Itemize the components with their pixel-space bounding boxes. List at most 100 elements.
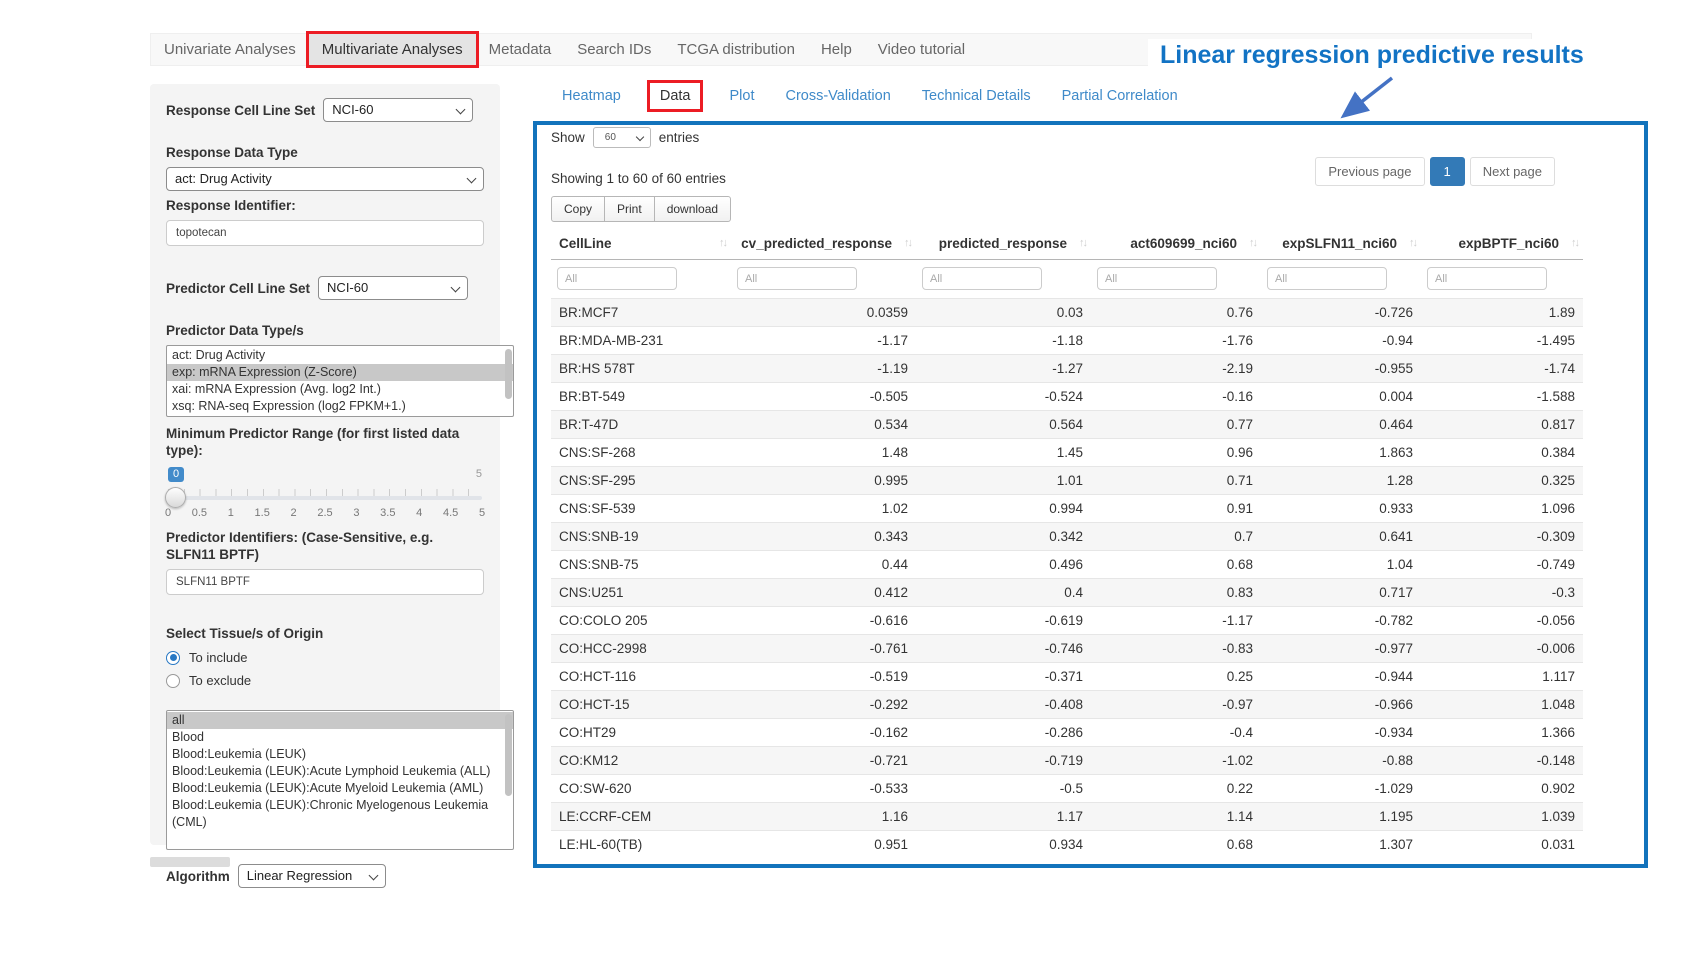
column-header-expbptf-nci60[interactable]: expBPTF_nci60↑↓ — [1421, 228, 1583, 260]
nav-item-help[interactable]: Help — [808, 34, 865, 65]
cell-cv-predicted-response: 0.995 — [731, 467, 916, 495]
cell-predicted-response: 0.342 — [916, 523, 1091, 551]
tissue-option-blood-leukemia-leuk-acute-myeloid-leukemia-aml[interactable]: Blood:Leukemia (LEUK):Acute Myeloid Leuk… — [167, 780, 513, 797]
table-row: CNS:SF-2950.9951.010.711.280.325 — [551, 467, 1583, 495]
predictor-cell-line-set-label: Predictor Cell Line Set — [166, 280, 310, 297]
column-header-expslfn11-nci60[interactable]: expSLFN11_nci60↑↓ — [1261, 228, 1421, 260]
datatable-button-copy[interactable]: Copy — [551, 196, 605, 222]
predictor-data-type-option-xsq-rna-seq-expression-log2-fpkm-1[interactable]: xsq: RNA-seq Expression (log2 FPKM+1.) — [167, 398, 513, 415]
tissue-option-all[interactable]: all — [167, 712, 513, 729]
tissue-radio-to-exclude[interactable]: To exclude — [166, 673, 484, 688]
nav-item-univariate-analyses[interactable]: Univariate Analyses — [151, 34, 309, 65]
filter-input-act609699-nci60[interactable] — [1097, 267, 1217, 290]
column-header-cv-predicted-response[interactable]: cv_predicted_response↑↓ — [731, 228, 916, 260]
sort-icon: ↑↓ — [1079, 237, 1086, 249]
cell-cv-predicted-response: 0.534 — [731, 411, 916, 439]
results-tabs: Heatmap Data Plot Cross-Validation Technical… — [560, 83, 1180, 109]
cell-cv-predicted-response: -1.17 — [731, 327, 916, 355]
table-header-row: CellLine↑↓cv_predicted_response↑↓predict… — [551, 228, 1583, 260]
cell-cellline: CNS:SF-539 — [551, 495, 731, 523]
tab-heatmap[interactable]: Heatmap — [560, 83, 623, 109]
tissue-option-blood[interactable]: Blood — [167, 729, 513, 746]
tab-data[interactable]: Data — [650, 83, 701, 109]
column-header-predicted-response[interactable]: predicted_response ↑↓ — [916, 228, 1091, 260]
filter-input-expslfn11-nci60[interactable] — [1267, 267, 1387, 290]
predictor-identifiers-input[interactable] — [166, 569, 484, 595]
nav-item-search-ids[interactable]: Search IDs — [564, 34, 664, 65]
predictor-cell-line-set-select[interactable]: NCI-60 — [318, 276, 468, 300]
nav-item-metadata[interactable]: Metadata — [476, 34, 565, 65]
table-row: BR:MCF70.03590.030.76-0.7261.89 — [551, 299, 1583, 327]
slider-handle[interactable] — [165, 487, 186, 508]
cell-predicted-response: 0.934 — [916, 831, 1091, 859]
cell-expslfn11-nci60: -0.966 — [1261, 691, 1421, 719]
cell-expslfn11-nci60: -0.955 — [1261, 355, 1421, 383]
filter-input-cv-predicted-response[interactable] — [737, 267, 857, 290]
tab-cross-validation[interactable]: Cross-Validation — [783, 83, 892, 109]
callout-arrow-icon — [1332, 72, 1400, 126]
nav-item-multivariate-analyses[interactable]: Multivariate Analyses — [309, 34, 476, 65]
tab-partial-correlation[interactable]: Partial Correlation — [1060, 83, 1180, 109]
predictor-data-type-scrollbar[interactable] — [505, 349, 512, 399]
previous-page-button[interactable]: Previous page — [1315, 157, 1424, 186]
cell-expslfn11-nci60: -0.782 — [1261, 607, 1421, 635]
response-identifier-input[interactable] — [166, 220, 484, 246]
algorithm-select[interactable]: Linear Regression — [238, 864, 386, 888]
tab-technical-details[interactable]: Technical Details — [920, 83, 1033, 109]
cell-expbptf-nci60: 1.117 — [1421, 663, 1583, 691]
cell-cv-predicted-response: -0.162 — [731, 719, 916, 747]
nav-item-tcga-distribution[interactable]: TCGA distribution — [664, 34, 808, 65]
show-label: Show — [551, 130, 585, 145]
slider-tick-label: 1.5 — [255, 507, 270, 519]
slider-track[interactable] — [168, 496, 482, 500]
cell-cv-predicted-response: 0.951 — [731, 831, 916, 859]
slider-tick-label: 0.5 — [192, 507, 207, 519]
table-row: BR:BT-549-0.505-0.524-0.160.004-1.588 — [551, 383, 1583, 411]
table-row: CO:COLO 205-0.616-0.619-1.17-0.782-0.056 — [551, 607, 1583, 635]
predictor-data-type-option-act-drug-activity[interactable]: act: Drug Activity — [167, 347, 513, 364]
cell-act609699-nci60: -1.76 — [1091, 327, 1261, 355]
nav-item-video-tutorial[interactable]: Video tutorial — [865, 34, 978, 65]
tissue-option-blood-leukemia-leuk[interactable]: Blood:Leukemia (LEUK) — [167, 746, 513, 763]
column-header-cellline[interactable]: CellLine↑↓ — [551, 228, 731, 260]
data-panel: Show 60 entries Showing 1 to 60 of 60 en… — [533, 121, 1648, 868]
page-size-select[interactable]: 60 — [593, 127, 651, 148]
filter-input-expbptf-nci60[interactable] — [1427, 267, 1547, 290]
tissue-option-blood-leukemia-leuk-chronic-myelogenous-leukemia-cml[interactable]: Blood:Leukemia (LEUK):Chronic Myelogenou… — [167, 797, 513, 831]
tissue-option-blood-leukemia-leuk-acute-lymphoid-leukemia-all[interactable]: Blood:Leukemia (LEUK):Acute Lymphoid Leu… — [167, 763, 513, 780]
cell-expbptf-nci60: -1.495 — [1421, 327, 1583, 355]
slider-tick-label: 4.5 — [443, 507, 458, 519]
column-header-act609699-nci60[interactable]: act609699_nci60↑↓ — [1091, 228, 1261, 260]
datatable-button-print[interactable]: Print — [604, 196, 655, 222]
next-page-button[interactable]: Next page — [1470, 157, 1555, 186]
predictor-data-type-option-xai-mrna-expression-avg-log2-int[interactable]: xai: mRNA Expression (Avg. log2 Int.) — [167, 381, 513, 398]
cell-predicted-response: 0.496 — [916, 551, 1091, 579]
cell-act609699-nci60: 0.22 — [1091, 775, 1261, 803]
predictor-data-type-option-exp-mrna-expression-z-score[interactable]: exp: mRNA Expression (Z-Score) — [167, 364, 513, 381]
chevron-down-icon — [451, 283, 461, 293]
datatable-button-download[interactable]: download — [654, 196, 731, 222]
column-label: cv_predicted_response — [741, 236, 892, 251]
entries-label: entries — [659, 130, 700, 145]
tab-plot[interactable]: Plot — [727, 83, 756, 109]
current-page-button[interactable]: 1 — [1430, 157, 1465, 186]
cell-predicted-response: -0.408 — [916, 691, 1091, 719]
tissue-scrollbar[interactable] — [505, 714, 512, 796]
cell-cv-predicted-response: 0.44 — [731, 551, 916, 579]
filter-input-cellline[interactable] — [557, 267, 677, 290]
cell-predicted-response: -0.371 — [916, 663, 1091, 691]
cell-expbptf-nci60: -0.309 — [1421, 523, 1583, 551]
cell-predicted-response: -0.286 — [916, 719, 1091, 747]
tissue-radio-to-include[interactable]: To include — [166, 650, 484, 665]
chevron-down-icon — [467, 174, 477, 184]
response-data-type-select[interactable]: act: Drug Activity — [166, 167, 484, 191]
response-cell-line-set-label: Response Cell Line Set — [166, 102, 315, 119]
cell-cellline: LE:HL-60(TB) — [551, 831, 731, 859]
column-label: predicted_response — [939, 236, 1067, 251]
cell-cellline: CNS:SF-268 — [551, 439, 731, 467]
response-cell-line-set-select[interactable]: NCI-60 — [323, 98, 473, 122]
filter-input-predicted-response[interactable] — [922, 267, 1042, 290]
cell-act609699-nci60: -0.4 — [1091, 719, 1261, 747]
slider-tick-label: 5 — [479, 507, 485, 519]
cell-expbptf-nci60: -1.588 — [1421, 383, 1583, 411]
